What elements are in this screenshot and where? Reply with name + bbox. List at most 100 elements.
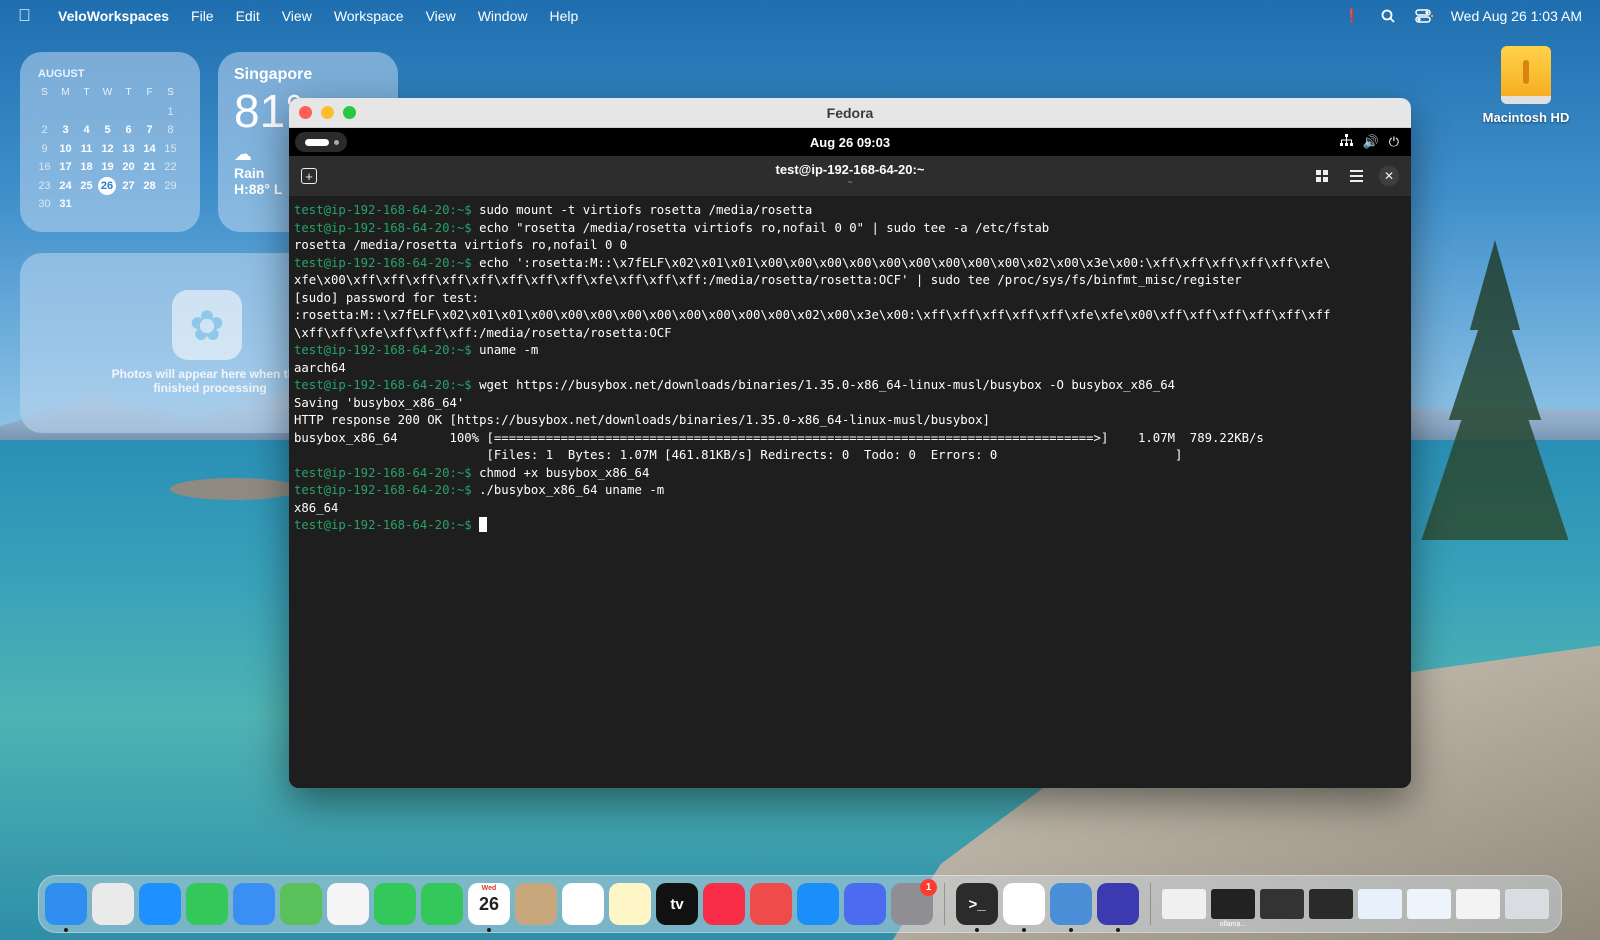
terminal-text: HTTP response 200 OK [https://busybox.ne… bbox=[294, 413, 990, 427]
calendar-weekday-header: S bbox=[41, 87, 48, 98]
window-thumb-icon[interactable] bbox=[1309, 889, 1353, 919]
calendar-empty-cell bbox=[139, 103, 160, 122]
terminal-text: Saving 'busybox_x86_64' bbox=[294, 395, 465, 410]
menu-view[interactable]: View bbox=[282, 8, 312, 24]
trash-icon[interactable] bbox=[1505, 889, 1549, 919]
minimize-window-button[interactable] bbox=[321, 106, 334, 119]
terminal-command-line: test@ip-192-168-64-20:~$ echo ':rosetta:… bbox=[294, 255, 1411, 273]
window-thumb-icon[interactable] bbox=[1358, 889, 1402, 919]
terminal-icon[interactable]: >_ bbox=[956, 883, 998, 932]
window-thumb-icon[interactable] bbox=[1456, 889, 1500, 919]
shell-prompt: test@ip-192-168-64-20:~$ bbox=[294, 465, 472, 480]
fedora-vm-window[interactable]: Fedora Aug 26 09:03 🔊 ⏻ + test@ip-192-16… bbox=[289, 98, 1411, 788]
menu-app-name[interactable]: VeloWorkspaces bbox=[58, 8, 169, 24]
tab-overview-icon[interactable] bbox=[1311, 165, 1333, 187]
vm-title-bar[interactable]: Fedora bbox=[289, 98, 1411, 128]
mail-icon[interactable] bbox=[233, 883, 275, 925]
menu-bar-clock[interactable]: Wed Aug 26 1:03 AM bbox=[1451, 8, 1582, 24]
menu-window[interactable]: Window bbox=[478, 8, 528, 24]
alert-icon[interactable]: ❗ bbox=[1343, 8, 1361, 24]
calendar-day: 23 bbox=[38, 179, 51, 192]
close-window-button[interactable] bbox=[299, 106, 312, 119]
calendar-empty-cell bbox=[34, 103, 55, 122]
calendar-day: 18 bbox=[80, 161, 93, 173]
menu-workspace[interactable]: Workspace bbox=[334, 8, 404, 24]
window-thumb-icon[interactable] bbox=[1260, 889, 1304, 919]
window-thumb-icon[interactable]: ollama... bbox=[1211, 889, 1255, 928]
calendar-empty-cell bbox=[76, 103, 97, 122]
calendar-day: 16 bbox=[38, 161, 51, 173]
notes-icon[interactable] bbox=[609, 883, 651, 925]
terminal-command-line: test@ip-192-168-64-20:~$ ./busybox_x86_6… bbox=[294, 482, 1411, 500]
system-settings-icon[interactable]: 1 bbox=[891, 879, 937, 925]
shell-prompt: test@ip-192-168-64-20:~$ bbox=[294, 343, 472, 357]
safari-icon[interactable] bbox=[139, 883, 181, 925]
menu-file[interactable]: File bbox=[191, 8, 214, 24]
shell-prompt: test@ip-192-168-64-20:~$ bbox=[294, 483, 472, 497]
phone-icon[interactable] bbox=[421, 883, 463, 925]
control-center-icon[interactable] bbox=[1414, 8, 1433, 24]
apple-tv-icon[interactable]: tv bbox=[656, 883, 698, 925]
terminal-command-line: test@ip-192-168-64-20:~$ wget https://bu… bbox=[294, 377, 1411, 395]
terminal-text: :rosetta:M::\x7fELF\x02\x01\x01\x00\x00\… bbox=[294, 308, 1331, 322]
terminal-command-line: test@ip-192-168-64-20:~$ uname -m bbox=[294, 342, 1411, 360]
gnome-clock[interactable]: Aug 26 09:03 bbox=[289, 135, 1411, 150]
launchpad-icon[interactable] bbox=[92, 883, 134, 925]
search-icon[interactable] bbox=[1379, 8, 1397, 24]
app-store-icon[interactable] bbox=[797, 883, 839, 925]
file-thumb-icon[interactable] bbox=[1162, 889, 1206, 919]
music-icon[interactable] bbox=[703, 883, 745, 925]
calendar-icon[interactable]: 26 Wed bbox=[468, 883, 510, 932]
calendar-widget[interactable]: AUGUST S M T W T F S 1 2 3 4 5 6 7 8 9 10 11 12 13 14 15 16 17 1… bbox=[20, 52, 200, 232]
calendar-empty-cell bbox=[76, 195, 97, 214]
vm-window-title: Fedora bbox=[826, 104, 874, 121]
calendar-weekday-header: W bbox=[102, 87, 113, 98]
calendar-day: 11 bbox=[80, 142, 93, 155]
apple-icon[interactable]:  bbox=[18, 6, 44, 26]
velo-app-icon[interactable] bbox=[1097, 883, 1139, 932]
hamburger-menu-icon[interactable] bbox=[1345, 165, 1367, 187]
calendar-month: AUGUST bbox=[38, 68, 85, 80]
shell-prompt: test@ip-192-168-64-20:~$ bbox=[294, 518, 472, 532]
messages-icon[interactable] bbox=[186, 883, 228, 925]
calendar-empty-cell bbox=[139, 195, 160, 214]
terminal-output-line: \xff\xff\xfe\xff\xff\xff:/media/rosetta/… bbox=[294, 325, 1411, 343]
dock-separator bbox=[1150, 883, 1151, 925]
menu-view-2[interactable]: View bbox=[426, 8, 456, 24]
running-indicator bbox=[1116, 928, 1120, 932]
terminal-text: echo "rosetta /media/rosetta virtiofs ro… bbox=[471, 220, 1050, 235]
finder-icon[interactable] bbox=[45, 883, 87, 932]
terminal-subtitle: ~ bbox=[847, 177, 853, 187]
rocket-icon[interactable] bbox=[750, 883, 792, 925]
terminal-output-line: [Files: 1 Bytes: 1.07M [461.81KB/s] Redi… bbox=[294, 447, 1411, 465]
close-icon[interactable]: ✕ bbox=[1379, 166, 1399, 186]
menu-edit[interactable]: Edit bbox=[236, 8, 260, 24]
textedit-icon[interactable] bbox=[1003, 883, 1045, 932]
calendar-grid: S M T W T F S 1 2 3 4 5 6 7 8 9 10 11 12 13 14 15 16 17 18 19 20 21… bbox=[34, 84, 186, 214]
window-thumb-icon[interactable] bbox=[1407, 889, 1451, 919]
shell-prompt: test@ip-192-168-64-20:~$ bbox=[294, 203, 472, 217]
iphone-mirroring-icon[interactable] bbox=[844, 883, 886, 925]
terminal-command-line: test@ip-192-168-64-20:~$ sudo mount -t v… bbox=[294, 202, 1411, 220]
menu-help[interactable]: Help bbox=[549, 8, 578, 24]
photos-icon[interactable] bbox=[327, 883, 369, 925]
terminal-text: echo ':rosetta:M::\x7fELF\x02\x01\x01\x0… bbox=[471, 255, 1331, 270]
terminal-output-line: :rosetta:M::\x7fELF\x02\x01\x01\x00\x00\… bbox=[294, 307, 1411, 325]
veloworkspaces-icon[interactable] bbox=[1050, 883, 1092, 932]
new-tab-icon[interactable]: + bbox=[301, 168, 317, 184]
terminal-output[interactable]: test@ip-192-168-64-20:~$ sudo mount -t v… bbox=[289, 196, 1411, 788]
calendar-empty-cell bbox=[160, 195, 181, 214]
window-controls bbox=[299, 106, 356, 119]
reminders-icon[interactable] bbox=[562, 883, 604, 925]
macintosh-hd-desktop-icon[interactable]: Macintosh HD bbox=[1476, 46, 1576, 125]
facetime-icon[interactable] bbox=[374, 883, 416, 925]
maps-icon[interactable] bbox=[280, 883, 322, 925]
calendar-day: 24 bbox=[59, 179, 72, 192]
gnome-top-bar: Aug 26 09:03 🔊 ⏻ bbox=[289, 128, 1411, 156]
terminal-title: test@ip-192-168-64-20:~ bbox=[775, 162, 925, 177]
zoom-window-button[interactable] bbox=[343, 106, 356, 119]
calendar-day: 30 bbox=[38, 198, 51, 210]
contacts-icon[interactable] bbox=[515, 883, 557, 925]
calendar-empty-cell bbox=[118, 103, 139, 122]
calendar-day: 7 bbox=[146, 124, 153, 136]
